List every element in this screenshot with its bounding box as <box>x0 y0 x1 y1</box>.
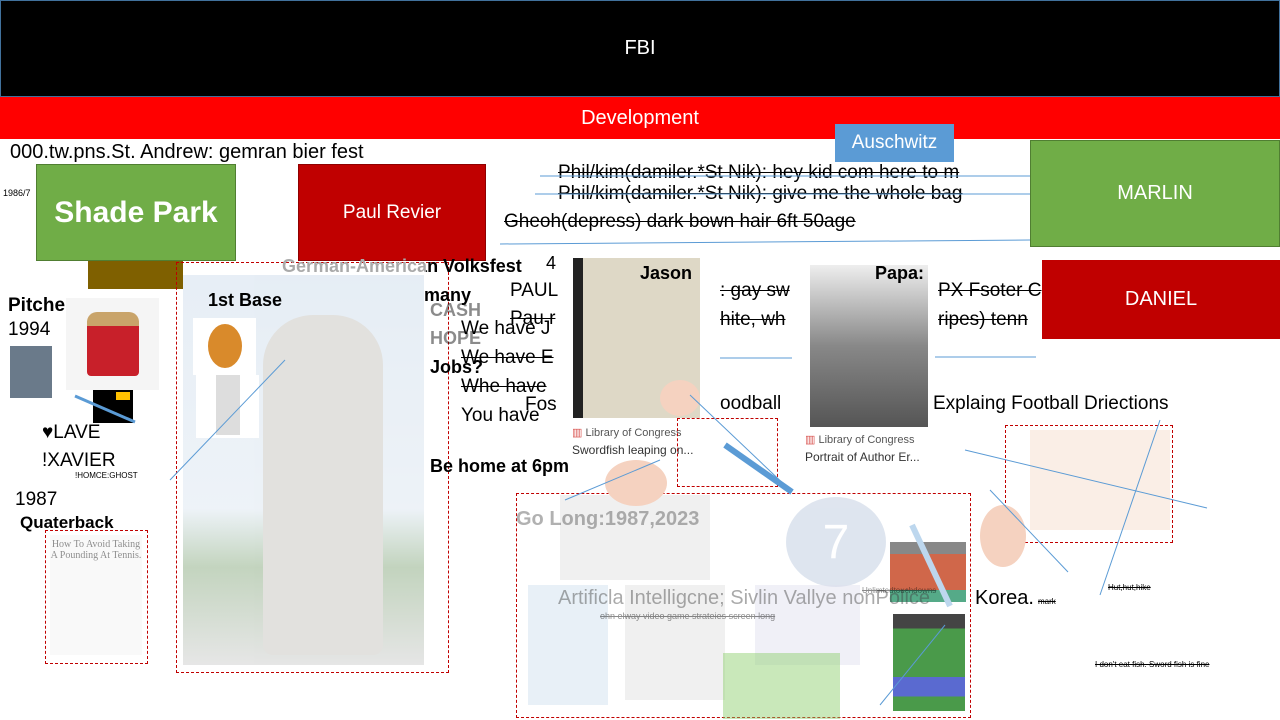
shade-park-box: Shade Park <box>36 164 236 261</box>
hope-text: HOPE <box>430 328 482 348</box>
hand-image <box>1030 430 1170 530</box>
hemingway-photo <box>810 265 928 427</box>
loc-icon: ▥ <box>805 434 819 446</box>
white-text: hite, wh <box>720 309 786 330</box>
shade-park-label: Shade Park <box>54 195 218 229</box>
pxf-text: PX Fsoter C <box>938 280 1042 301</box>
jobs-text: Jobs? <box>430 357 484 377</box>
date: 1986/7 <box>3 188 31 198</box>
homce-text: !HOMCE:GHOST <box>75 471 138 480</box>
game-screen-2 <box>893 614 965 711</box>
unlimited-text: Unlimtedtouchdowns <box>862 586 937 595</box>
pitcher-label: Pitcher <box>8 295 73 316</box>
lave-text: ♥LAVE <box>42 422 101 443</box>
paul-text: PAUL <box>510 280 559 301</box>
title-bar: FBI <box>0 0 1280 97</box>
goodball-text: oodball <box>720 393 782 414</box>
explaining-text: Explaing Football Driections <box>933 393 1169 414</box>
ohn-text: ohn elway video game strateies screen lo… <box>600 611 776 621</box>
year-1994: 1994 <box>8 319 51 340</box>
subtitle: Development <box>581 106 699 129</box>
number-four: 4 <box>546 253 557 273</box>
mark-text: mark <box>1038 597 1056 606</box>
marlin-box: MARLIN <box>1030 140 1280 247</box>
go-long-text: Go Long:1987,2023 <box>516 508 700 530</box>
jersey-number: 7 <box>822 515 850 569</box>
handheld-box <box>723 653 840 719</box>
first-base-label: 1st Base <box>208 290 283 310</box>
glove-image <box>193 318 256 375</box>
small-frame <box>677 418 778 487</box>
marine-photo <box>10 346 52 398</box>
pants-image <box>196 375 259 438</box>
daniel-box: DANIEL <box>1042 260 1280 339</box>
fist-image <box>980 505 1026 567</box>
catfish-text: I don't eat fish. Sword fish is fine <box>1095 660 1210 669</box>
ripes-text: ripes) tenn <box>938 309 1028 330</box>
phil-line-2: Phil/kim(damiler.*St Nik): give me the w… <box>558 183 963 204</box>
paul-revier-box: Paul Revier <box>298 164 486 261</box>
card-source[interactable]: ▥ Library of Congress <box>805 433 914 446</box>
development-banner: Development <box>0 97 1280 139</box>
year-1987: 1987 <box>15 489 58 510</box>
auschwitz-tag: Auschwitz <box>835 124 954 162</box>
you-have: You have <box>461 405 540 426</box>
hut-text: Hut,hut,hike <box>1108 583 1151 592</box>
book-cover: How To Avoid Taking A Pounding At Tennis… <box>50 535 142 655</box>
marlin-label: MARLIN <box>1117 182 1193 204</box>
card-source[interactable]: ▥ Library of Congress <box>572 426 681 439</box>
daniel-label: DANIEL <box>1124 288 1198 310</box>
volksfest-title: German-American Volksfest <box>282 256 522 276</box>
paul-revier-label: Paul Revier <box>342 201 442 223</box>
jacket-image <box>66 298 159 390</box>
papa-label: Papa: <box>875 263 925 283</box>
title: FBI <box>624 37 656 59</box>
top-line: 000.tw.pns.St. Andrew: gemran bier fest <box>10 141 364 163</box>
book-title: How To Avoid Taking A Pounding At Tennis… <box>50 539 142 561</box>
jersey-number-circle: 7 <box>786 497 886 587</box>
black-square <box>93 390 133 423</box>
fist-image <box>660 380 700 416</box>
brown-block <box>88 258 183 289</box>
phil-line-1: Phil/kim(damiler.*St Nik): hey kid com h… <box>558 162 960 183</box>
card-caption[interactable]: Portrait of Author Er... <box>805 450 920 464</box>
be-home-text: Be home at 6pm <box>430 456 570 476</box>
fist-image <box>605 460 667 506</box>
gheoh-line: Gheoh(depress) dark bown hair 6ft 50age <box>504 211 856 232</box>
loc-icon: ▥ <box>572 427 586 439</box>
tag-label: Auschwitz <box>851 132 938 153</box>
xavier-text: !XAVIER <box>42 450 116 471</box>
gay-text: : gay sw <box>720 280 790 301</box>
jason-label: Jason <box>640 263 693 283</box>
card-caption[interactable]: Swordfish leaping on... <box>572 443 693 457</box>
korea-text: Korea. <box>975 587 1034 609</box>
